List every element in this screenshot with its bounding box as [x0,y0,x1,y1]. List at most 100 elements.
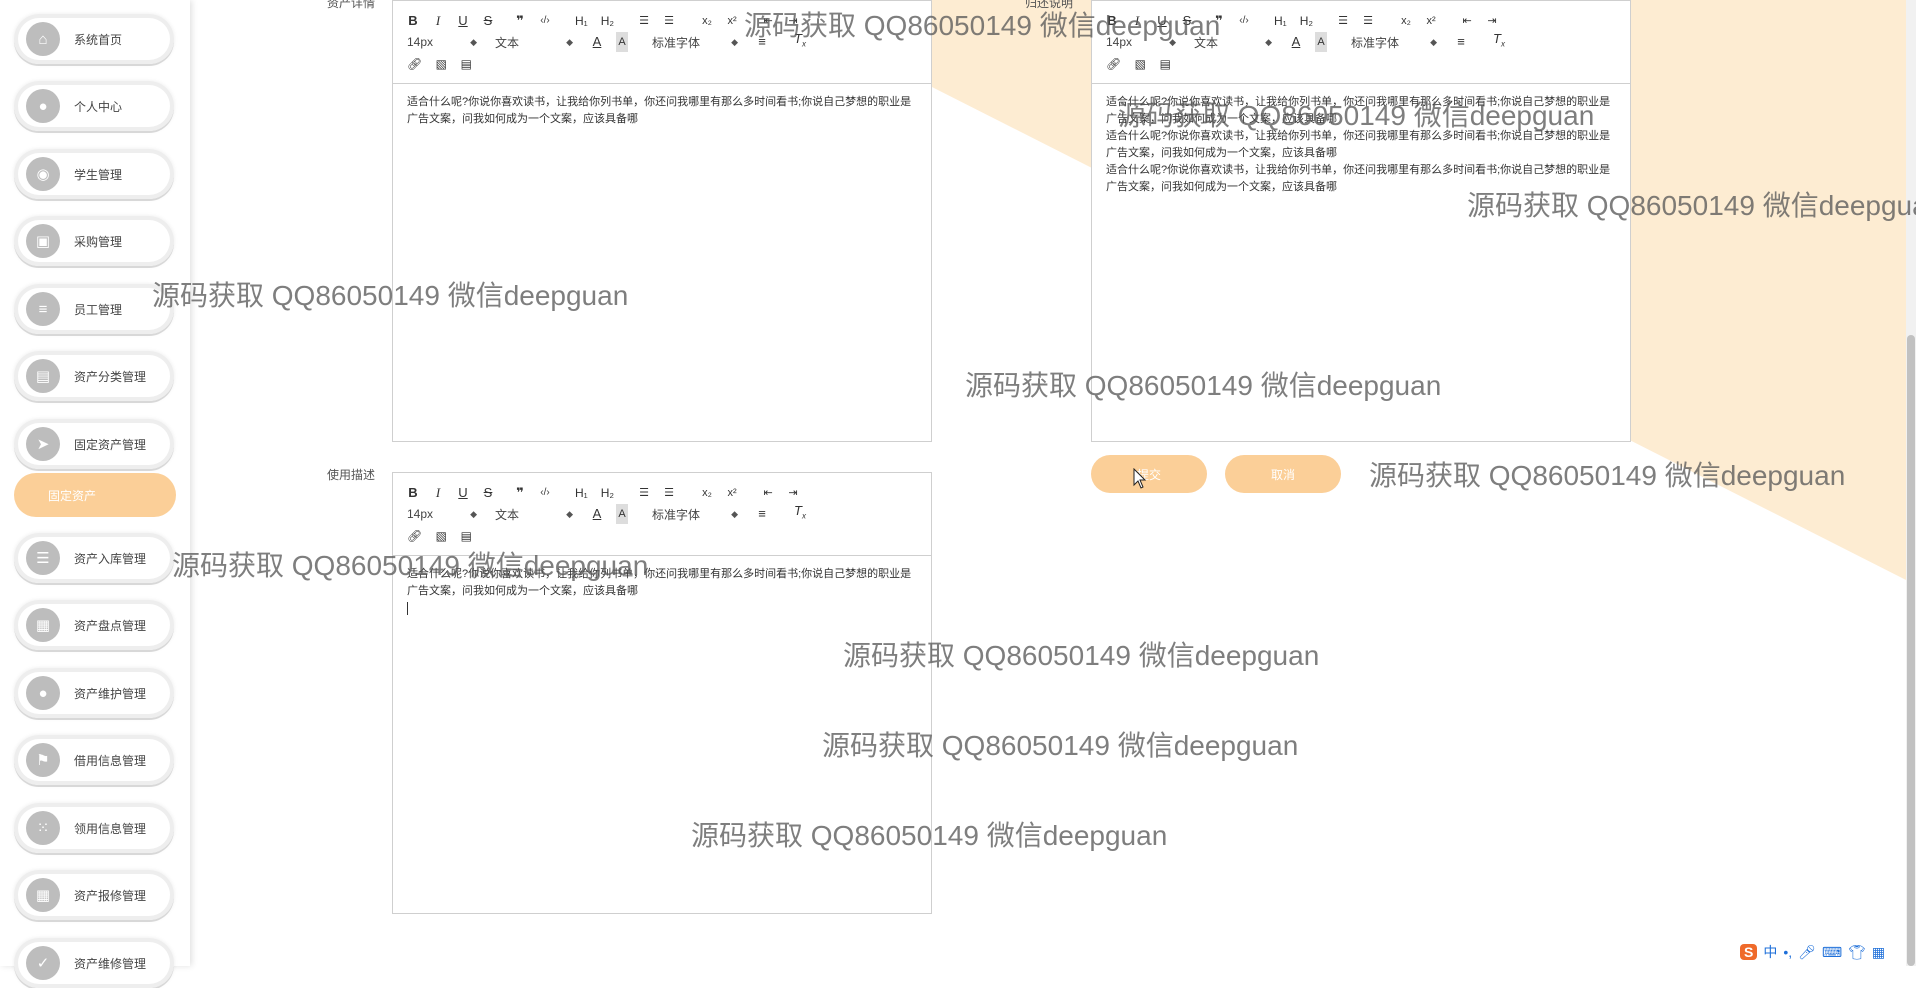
outdent-icon[interactable]: ⇤ [1461,11,1473,31]
punctuation-icon[interactable]: •, [1783,944,1792,960]
sidebar-item-asset-inbound[interactable]: ☰ 资产入库管理 [14,533,174,583]
video-icon[interactable]: ▤ [460,526,472,546]
align-icon[interactable]: ≡ [1455,32,1467,52]
sidebar-item-asset-category[interactable]: ▤ 资产分类管理 [14,351,174,401]
image-icon[interactable]: ▧ [1134,54,1146,74]
bold-button[interactable]: B [407,483,419,503]
link-icon[interactable]: 🔗︎ [1106,54,1121,74]
image-icon[interactable]: ▧ [435,526,447,546]
code-block-icon[interactable]: ‹/› [1238,11,1250,31]
clear-format-icon[interactable]: Tx [794,501,806,527]
bold-button[interactable]: B [1106,11,1118,31]
underline-button[interactable]: U [457,483,469,503]
video-icon[interactable]: ▤ [460,54,472,74]
align-icon[interactable]: ≡ [756,32,768,52]
blockquote-icon[interactable]: ❞ [1213,11,1225,31]
background-color-icon[interactable]: A [1315,32,1327,52]
heading1-button[interactable]: H₁ [575,483,588,503]
ordered-list-icon[interactable]: ☰ [1337,11,1349,31]
video-icon[interactable]: ▤ [1159,54,1171,74]
cancel-button[interactable]: 取消 [1225,455,1341,493]
ime-language-indicator[interactable]: 中 [1763,942,1777,962]
keyboard-icon[interactable]: ⌨ [1822,944,1842,961]
subscript-button[interactable]: x₂ [701,483,713,503]
code-block-icon[interactable]: ‹/› [539,483,551,503]
sidebar-item-purchase[interactable]: ▣ 采购管理 [14,216,174,266]
indent-icon[interactable]: ⇥ [787,483,799,503]
strikethrough-button[interactable]: S [482,483,494,503]
superscript-button[interactable]: x² [1425,11,1437,31]
page-scrollbar[interactable] [1906,0,1916,966]
italic-button[interactable]: I [1131,11,1143,31]
sidebar-item-staff[interactable]: ≡ 员工管理 [14,284,174,334]
font-color-icon[interactable]: A [591,32,603,52]
heading2-button[interactable]: H₂ [1300,11,1313,31]
sidebar-item-students[interactable]: ◉ 学生管理 [14,149,174,199]
ordered-list-icon[interactable]: ☰ [638,11,650,31]
ime-logo-icon[interactable]: S [1740,944,1758,960]
font-family-select[interactable]: 标准字体 ◆ [652,506,738,523]
text-type-select[interactable]: 文本 ◆ [495,506,573,523]
font-size-select[interactable]: 14px ◆ [407,35,477,49]
text-type-select[interactable]: 文本 ◆ [1194,34,1272,51]
bold-button[interactable]: B [407,11,419,31]
text-type-select[interactable]: 文本 ◆ [495,34,573,51]
sidebar-item-asset-maintenance[interactable]: ● 资产维护管理 [14,668,174,718]
apps-icon[interactable]: ▦ [1872,944,1885,961]
blockquote-icon[interactable]: ❞ [514,483,526,503]
sidebar-item-fixed-asset[interactable]: ➤ 固定资产管理 [14,419,174,469]
indent-icon[interactable]: ⇥ [1486,11,1498,31]
heading1-button[interactable]: H₁ [575,11,588,31]
link-icon[interactable]: 🔗︎ [407,526,422,546]
image-icon[interactable]: ▧ [435,54,447,74]
strikethrough-button[interactable]: S [482,11,494,31]
font-family-select[interactable]: 标准字体 ◆ [1351,34,1437,51]
sidebar-item-receive[interactable]: ⁙ 领用信息管理 [14,803,174,853]
usage-description-content[interactable]: 适合什么呢?你说你喜欢读书，让我给你列书单，你还问我哪里有那么多时间看书;你说自… [393,556,931,627]
skin-icon[interactable]: 👕︎ [1848,944,1866,961]
italic-button[interactable]: I [432,483,444,503]
background-color-icon[interactable]: A [616,32,628,52]
sidebar-item-repair-report[interactable]: ▦ 资产报修管理 [14,870,174,920]
sidebar-item-profile[interactable]: ● 个人中心 [14,81,174,131]
background-color-icon[interactable]: A [616,504,628,524]
asset-detail-content[interactable]: 适合什么呢?你说你喜欢读书，让我给你列书单，你还问我哪里有那么多时间看书;你说自… [393,84,931,138]
scrollbar-thumb[interactable] [1907,335,1915,966]
sidebar-subitem-fixed-asset[interactable]: 固定资产 [14,473,176,517]
ordered-list-icon[interactable]: ☰ [638,483,650,503]
sidebar-item-home[interactable]: ⌂ 系统首页 [14,14,174,64]
underline-button[interactable]: U [457,11,469,31]
bullet-list-icon[interactable]: ☰ [663,483,675,503]
outdent-icon[interactable]: ⇤ [762,11,774,31]
heading2-button[interactable]: H₂ [601,11,614,31]
subscript-button[interactable]: x₂ [1400,11,1412,31]
align-icon[interactable]: ≡ [756,504,768,524]
link-icon[interactable]: 🔗︎ [407,54,422,74]
font-size-select[interactable]: 14px ◆ [407,507,477,521]
superscript-button[interactable]: x² [726,11,738,31]
font-color-icon[interactable]: A [591,504,603,524]
sidebar-item-borrow[interactable]: ⚑ 借用信息管理 [14,735,174,785]
bullet-list-icon[interactable]: ☰ [1362,11,1374,31]
clear-format-icon[interactable]: Tx [794,29,806,55]
superscript-button[interactable]: x² [726,483,738,503]
font-color-icon[interactable]: A [1290,32,1302,52]
font-size-select[interactable]: 14px ◆ [1106,35,1176,49]
heading1-button[interactable]: H₁ [1274,11,1287,31]
return-note-content[interactable]: 适合什么呢?你说你喜欢读书，让我给你列书单，你还问我哪里有那么多时间看书;你说自… [1092,84,1630,206]
sidebar-item-repair[interactable]: ✓ 资产维修管理 [14,938,174,988]
outdent-icon[interactable]: ⇤ [762,483,774,503]
subscript-button[interactable]: x₂ [701,11,713,31]
submit-button[interactable]: 提交 [1091,455,1207,493]
clear-format-icon[interactable]: Tx [1493,29,1505,55]
microphone-icon[interactable]: 🎤︎ [1798,944,1816,961]
bullet-list-icon[interactable]: ☰ [663,11,675,31]
sidebar-item-asset-inventory[interactable]: ▦ 资产盘点管理 [14,600,174,650]
font-family-select[interactable]: 标准字体 ◆ [652,34,738,51]
underline-button[interactable]: U [1156,11,1168,31]
blockquote-icon[interactable]: ❞ [514,11,526,31]
indent-icon[interactable]: ⇥ [787,11,799,31]
strikethrough-button[interactable]: S [1181,11,1193,31]
code-block-icon[interactable]: ‹/› [539,11,551,31]
italic-button[interactable]: I [432,11,444,31]
